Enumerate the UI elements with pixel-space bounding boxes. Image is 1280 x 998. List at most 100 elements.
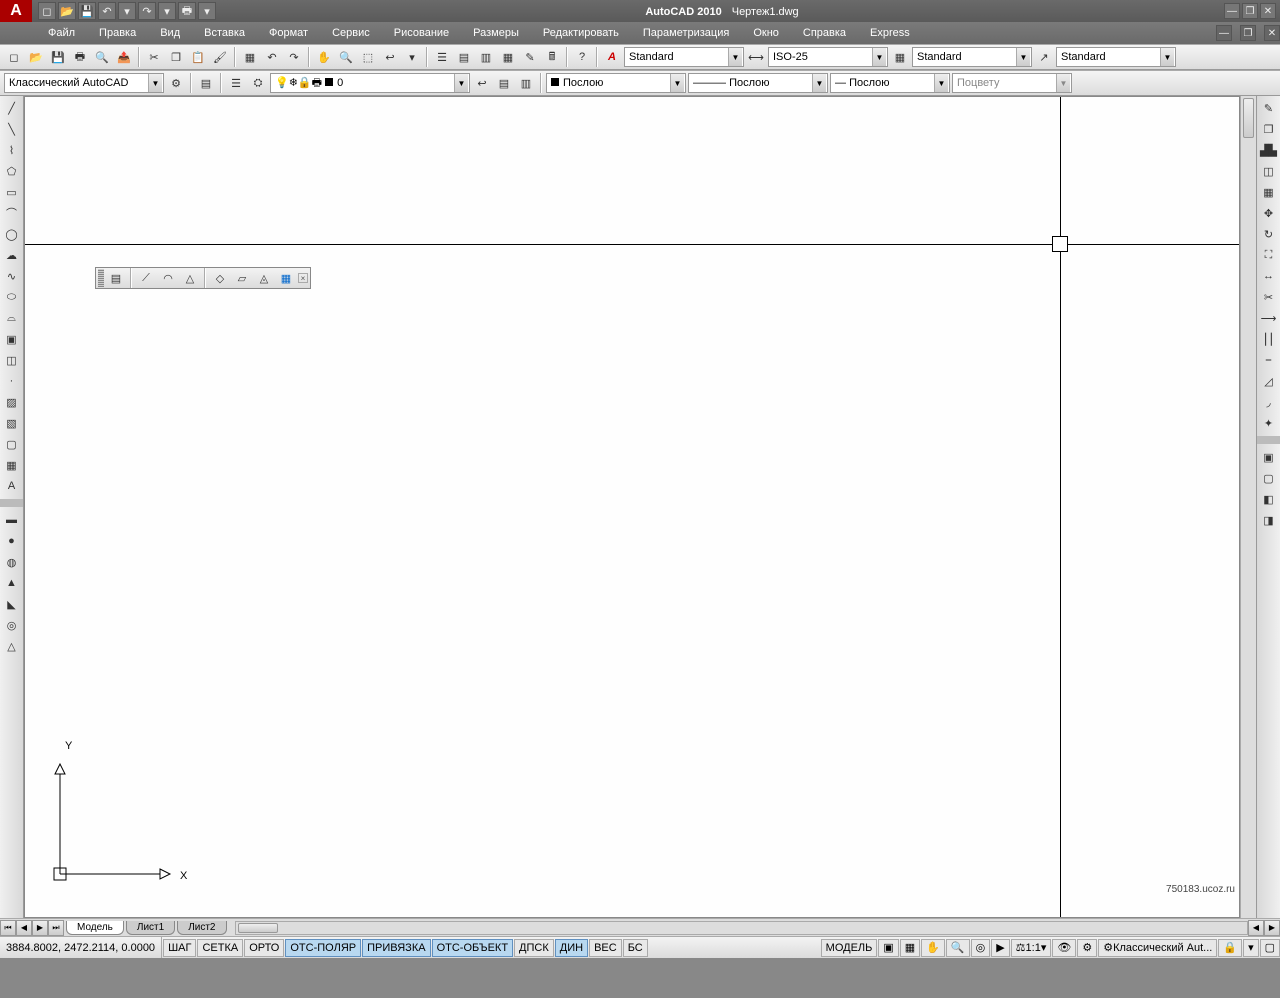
region-icon[interactable]: ▢	[2, 434, 22, 454]
text-style-combo[interactable]: Standard▼	[624, 47, 744, 67]
vertical-scrollbar[interactable]	[1240, 96, 1256, 918]
redo-tb-icon[interactable]: ↷	[284, 47, 304, 67]
lineweight-combo[interactable]: — Послою▼	[830, 73, 950, 93]
menu-dimension[interactable]: Размеры	[465, 25, 527, 41]
hatch-icon[interactable]: ▨	[2, 392, 22, 412]
draworder-above-icon[interactable]: ◧	[1259, 489, 1279, 509]
join-icon[interactable]: ⎯	[1259, 350, 1279, 370]
chamfer-icon[interactable]: ◿	[1259, 371, 1279, 391]
menu-express[interactable]: Express	[862, 25, 918, 41]
quickcalc-icon[interactable]: 🖩	[542, 47, 562, 67]
zoom-status-icon[interactable]: 🔍	[946, 939, 970, 957]
tab-last-icon[interactable]: ⏭	[48, 920, 64, 936]
app-menu-button[interactable]: A	[0, 0, 32, 22]
pan-status-icon[interactable]: ✋	[921, 939, 945, 957]
redo-icon[interactable]: ↷	[138, 2, 156, 20]
quickview-layouts-icon[interactable]: ▣	[878, 939, 898, 957]
xline-icon[interactable]: ╲	[2, 119, 22, 139]
mesh-torus-icon[interactable]: ◎	[2, 615, 22, 635]
redo-drop-icon[interactable]: ▾	[158, 2, 176, 20]
plotstyle-combo[interactable]: Поцвету▼	[952, 73, 1072, 93]
doc-close-button[interactable]: ✕	[1264, 25, 1280, 41]
block-editor-icon[interactable]: ▦	[240, 47, 260, 67]
annotation-scale[interactable]: ⚖ 1:1 ▾	[1011, 939, 1052, 957]
break-icon[interactable]: ⎮⎮	[1259, 329, 1279, 349]
table-icon[interactable]: ▦	[2, 455, 22, 475]
stretch-icon[interactable]: ↔	[1259, 266, 1279, 286]
annotation-autoscale-icon[interactable]: ⚙	[1077, 939, 1097, 957]
text-style-icon[interactable]: A	[602, 47, 622, 67]
menu-draw[interactable]: Рисование	[386, 25, 457, 41]
hscroll-left-icon[interactable]: ◀	[1248, 920, 1264, 936]
doc-restore-button[interactable]: ❐	[1240, 25, 1256, 41]
polyline-icon[interactable]: ⌇	[2, 140, 22, 160]
tab-prev-icon[interactable]: ◀	[16, 920, 32, 936]
mesh-wedge-icon[interactable]: ◣	[2, 594, 22, 614]
paste-icon[interactable]: 📋	[188, 47, 208, 67]
floating-toolbar[interactable]: ▤ ⟋ ◠ △ ◇ ▱ ◬ ▦ ×	[95, 267, 311, 289]
open-file-icon[interactable]: 📂	[26, 47, 46, 67]
undo-drop-icon[interactable]: ▾	[118, 2, 136, 20]
move-icon[interactable]: ✥	[1259, 203, 1279, 223]
explode-icon[interactable]: ✦	[1259, 413, 1279, 433]
tab-next-icon[interactable]: ▶	[32, 920, 48, 936]
tab-first-icon[interactable]: ⏮	[0, 920, 16, 936]
dim-style-icon[interactable]: ⟷	[746, 47, 766, 67]
zoom-realtime-icon[interactable]: 🔍	[336, 47, 356, 67]
plot-preview-icon[interactable]: 🔍	[92, 47, 112, 67]
cut-icon[interactable]: ✂	[144, 47, 164, 67]
circle-icon[interactable]: ◯	[2, 224, 22, 244]
scale-icon[interactable]: ⛶	[1259, 245, 1279, 265]
maximize-button[interactable]: ❐	[1242, 3, 1258, 19]
drawing-canvas[interactable]: ▤ ⟋ ◠ △ ◇ ▱ ◬ ▦ × X Y 750183.ucoz.ru	[24, 96, 1240, 918]
open-icon[interactable]: 📂	[58, 2, 76, 20]
status-toggle-сетка[interactable]: СЕТКА	[197, 939, 243, 957]
float-btn-5-icon[interactable]: ◇	[210, 268, 230, 288]
properties-icon[interactable]: ☰	[432, 47, 452, 67]
status-toggle-шаг[interactable]: ШАГ	[163, 939, 196, 957]
line-icon[interactable]: ╱	[2, 98, 22, 118]
rotate-icon[interactable]: ↻	[1259, 224, 1279, 244]
layer-combo[interactable]: 💡❄🔒🖶 0▼	[270, 73, 470, 93]
tab-model[interactable]: Модель	[66, 921, 124, 935]
dim-style-combo[interactable]: ISO-25▼	[768, 47, 888, 67]
copy-icon[interactable]: ❐	[166, 47, 186, 67]
menu-format[interactable]: Формат	[261, 25, 316, 41]
layer-props-icon[interactable]: ☰	[226, 73, 246, 93]
design-center-icon[interactable]: ▤	[454, 47, 474, 67]
toolbar-grip[interactable]	[98, 269, 104, 287]
float-btn-8-icon[interactable]: ▦	[276, 268, 296, 288]
help-icon[interactable]: ?	[572, 47, 592, 67]
publish-icon[interactable]: 📤	[114, 47, 134, 67]
copy-obj-icon[interactable]: ❐	[1259, 119, 1279, 139]
tab-sheet1[interactable]: Лист1	[126, 921, 175, 935]
float-btn-6-icon[interactable]: ▱	[232, 268, 252, 288]
menu-parametric[interactable]: Параметризация	[635, 25, 737, 41]
tab-sheet2[interactable]: Лист2	[177, 921, 226, 935]
sheet-set-icon[interactable]: ▦	[498, 47, 518, 67]
status-toggle-орто[interactable]: ОРТО	[244, 939, 284, 957]
ellipse-arc-icon[interactable]: ⌓	[2, 308, 22, 328]
annotation-visibility-icon[interactable]: 👁	[1052, 939, 1076, 957]
new-file-icon[interactable]: ◻	[4, 47, 24, 67]
close-button[interactable]: ✕	[1260, 3, 1276, 19]
layer-states-icon[interactable]: ⛭	[248, 73, 268, 93]
mesh-sphere-icon[interactable]: ●	[2, 531, 22, 551]
erase-icon[interactable]: ✎	[1259, 98, 1279, 118]
zoom-previous-icon[interactable]: ↩	[380, 47, 400, 67]
hscroll-right-icon[interactable]: ▶	[1264, 920, 1280, 936]
insert-block-icon[interactable]: ▣	[2, 329, 22, 349]
plot-icon[interactable]: 🖶	[70, 47, 90, 67]
spline-icon[interactable]: ∿	[2, 266, 22, 286]
workspace-switch[interactable]: ⚙ Классический Aut...	[1098, 939, 1217, 957]
status-toggle-вес[interactable]: ВЕС	[589, 939, 622, 957]
layer-match-icon[interactable]: ▤	[494, 73, 514, 93]
point-icon[interactable]: ·	[2, 371, 22, 391]
float-btn-4-icon[interactable]: △	[180, 268, 200, 288]
arc-icon[interactable]: ⌒	[2, 203, 22, 223]
draworder-under-icon[interactable]: ◨	[1259, 510, 1279, 530]
extend-icon[interactable]: ⟶	[1259, 308, 1279, 328]
linetype-combo[interactable]: ——— Послою▼	[688, 73, 828, 93]
layer-iso-icon[interactable]: ▥	[516, 73, 536, 93]
status-toggle-отс-объект[interactable]: ОТС-ОБЪЕКТ	[432, 939, 513, 957]
